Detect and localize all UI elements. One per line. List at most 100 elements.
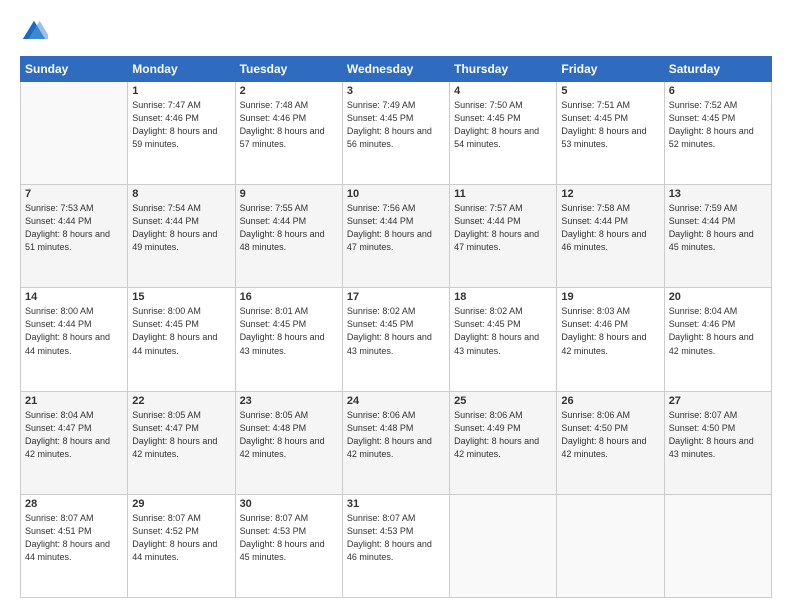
- cell-info: Sunrise: 8:06 AMSunset: 4:49 PMDaylight:…: [454, 409, 552, 461]
- day-number: 11: [454, 188, 552, 200]
- cell-info: Sunrise: 7:50 AMSunset: 4:45 PMDaylight:…: [454, 99, 552, 151]
- cell-info: Sunrise: 8:02 AMSunset: 4:45 PMDaylight:…: [347, 305, 445, 357]
- calendar-row: 21Sunrise: 8:04 AMSunset: 4:47 PMDayligh…: [21, 391, 772, 494]
- calendar-cell: [557, 494, 664, 597]
- cell-info: Sunrise: 7:52 AMSunset: 4:45 PMDaylight:…: [669, 99, 767, 151]
- day-number: 12: [561, 188, 659, 200]
- day-number: 7: [25, 188, 123, 200]
- weekday-header: Thursday: [450, 57, 557, 82]
- calendar-cell: 28 Sunrise: 8:07 AMSunset: 4:51 PMDayligh…: [21, 494, 128, 597]
- cell-info: Sunrise: 8:02 AMSunset: 4:45 PMDaylight:…: [454, 305, 552, 357]
- calendar-cell: 5 Sunrise: 7:51 AMSunset: 4:45 PMDaylight…: [557, 82, 664, 185]
- calendar-cell: 23 Sunrise: 8:05 AMSunset: 4:48 PMDayligh…: [235, 391, 342, 494]
- calendar-row: 14 Sunrise: 8:00 AMSunset: 4:44 PMDayligh…: [21, 288, 772, 391]
- day-number: 14: [25, 291, 123, 303]
- day-number: 27: [669, 395, 767, 407]
- cell-info: Sunrise: 8:03 AMSunset: 4:46 PMDaylight:…: [561, 305, 659, 357]
- calendar-cell: 4 Sunrise: 7:50 AMSunset: 4:45 PMDaylight…: [450, 82, 557, 185]
- calendar-table: SundayMondayTuesdayWednesdayThursdayFrid…: [20, 56, 772, 598]
- calendar-cell: 7 Sunrise: 7:53 AMSunset: 4:44 PMDaylight…: [21, 185, 128, 288]
- cell-info: Sunrise: 8:05 AMSunset: 4:47 PMDaylight:…: [132, 409, 230, 461]
- day-number: 31: [347, 498, 445, 510]
- calendar-cell: 14 Sunrise: 8:00 AMSunset: 4:44 PMDayligh…: [21, 288, 128, 391]
- day-number: 9: [240, 188, 338, 200]
- day-number: 16: [240, 291, 338, 303]
- calendar-cell: 6 Sunrise: 7:52 AMSunset: 4:45 PMDaylight…: [664, 82, 771, 185]
- calendar-cell: 26Sunrise: 8:06 AMSunset: 4:50 PMDayligh…: [557, 391, 664, 494]
- day-number: 13: [669, 188, 767, 200]
- logo: [20, 18, 52, 46]
- day-number: 30: [240, 498, 338, 510]
- cell-info: Sunrise: 7:53 AMSunset: 4:44 PMDaylight:…: [25, 202, 123, 254]
- calendar-cell: 21Sunrise: 8:04 AMSunset: 4:47 PMDayligh…: [21, 391, 128, 494]
- day-number: 25: [454, 395, 552, 407]
- weekday-header: Saturday: [664, 57, 771, 82]
- cell-info: Sunrise: 7:55 AMSunset: 4:44 PMDaylight:…: [240, 202, 338, 254]
- cell-info: Sunrise: 7:58 AMSunset: 4:44 PMDaylight:…: [561, 202, 659, 254]
- calendar-cell: [664, 494, 771, 597]
- cell-info: Sunrise: 8:06 AMSunset: 4:50 PMDaylight:…: [561, 409, 659, 461]
- cell-info: Sunrise: 8:07 AMSunset: 4:52 PMDaylight:…: [132, 512, 230, 564]
- calendar-cell: [450, 494, 557, 597]
- cell-info: Sunrise: 8:07 AMSunset: 4:53 PMDaylight:…: [240, 512, 338, 564]
- cell-info: Sunrise: 8:06 AMSunset: 4:48 PMDaylight:…: [347, 409, 445, 461]
- calendar-cell: 30 Sunrise: 8:07 AMSunset: 4:53 PMDayligh…: [235, 494, 342, 597]
- cell-info: Sunrise: 8:05 AMSunset: 4:48 PMDaylight:…: [240, 409, 338, 461]
- calendar-cell: 24 Sunrise: 8:06 AMSunset: 4:48 PMDayligh…: [342, 391, 449, 494]
- day-number: 17: [347, 291, 445, 303]
- cell-info: Sunrise: 7:56 AMSunset: 4:44 PMDaylight:…: [347, 202, 445, 254]
- weekday-header: Tuesday: [235, 57, 342, 82]
- cell-info: Sunrise: 8:07 AMSunset: 4:53 PMDaylight:…: [347, 512, 445, 564]
- calendar-cell: 9 Sunrise: 7:55 AMSunset: 4:44 PMDaylight…: [235, 185, 342, 288]
- day-number: 4: [454, 85, 552, 97]
- calendar-cell: 20 Sunrise: 8:04 AMSunset: 4:46 PMDayligh…: [664, 288, 771, 391]
- day-number: 8: [132, 188, 230, 200]
- day-number: 5: [561, 85, 659, 97]
- cell-info: Sunrise: 8:00 AMSunset: 4:44 PMDaylight:…: [25, 305, 123, 357]
- logo-icon: [20, 18, 48, 46]
- calendar-cell: 13 Sunrise: 7:59 AMSunset: 4:44 PMDayligh…: [664, 185, 771, 288]
- calendar-cell: 12 Sunrise: 7:58 AMSunset: 4:44 PMDayligh…: [557, 185, 664, 288]
- day-number: 21: [25, 395, 123, 407]
- cell-info: Sunrise: 8:07 AMSunset: 4:50 PMDaylight:…: [669, 409, 767, 461]
- calendar-cell: [21, 82, 128, 185]
- weekday-header: Sunday: [21, 57, 128, 82]
- day-number: 24: [347, 395, 445, 407]
- day-number: 10: [347, 188, 445, 200]
- calendar-cell: 3 Sunrise: 7:49 AMSunset: 4:45 PMDaylight…: [342, 82, 449, 185]
- calendar-row: 7 Sunrise: 7:53 AMSunset: 4:44 PMDaylight…: [21, 185, 772, 288]
- cell-info: Sunrise: 7:51 AMSunset: 4:45 PMDaylight:…: [561, 99, 659, 151]
- cell-info: Sunrise: 7:49 AMSunset: 4:45 PMDaylight:…: [347, 99, 445, 151]
- calendar-cell: 15 Sunrise: 8:00 AMSunset: 4:45 PMDayligh…: [128, 288, 235, 391]
- day-number: 3: [347, 85, 445, 97]
- day-number: 23: [240, 395, 338, 407]
- weekday-header-row: SundayMondayTuesdayWednesdayThursdayFrid…: [21, 57, 772, 82]
- calendar-cell: 18 Sunrise: 8:02 AMSunset: 4:45 PMDayligh…: [450, 288, 557, 391]
- cell-info: Sunrise: 8:01 AMSunset: 4:45 PMDaylight:…: [240, 305, 338, 357]
- cell-info: Sunrise: 8:07 AMSunset: 4:51 PMDaylight:…: [25, 512, 123, 564]
- calendar-cell: 17 Sunrise: 8:02 AMSunset: 4:45 PMDayligh…: [342, 288, 449, 391]
- day-number: 22: [132, 395, 230, 407]
- calendar-cell: 1Sunrise: 7:47 AMSunset: 4:46 PMDaylight…: [128, 82, 235, 185]
- calendar-cell: 2Sunrise: 7:48 AMSunset: 4:46 PMDaylight…: [235, 82, 342, 185]
- weekday-header: Friday: [557, 57, 664, 82]
- day-number: 19: [561, 291, 659, 303]
- cell-info: Sunrise: 7:59 AMSunset: 4:44 PMDaylight:…: [669, 202, 767, 254]
- calendar-cell: 19 Sunrise: 8:03 AMSunset: 4:46 PMDayligh…: [557, 288, 664, 391]
- day-number: 20: [669, 291, 767, 303]
- day-number: 28: [25, 498, 123, 510]
- cell-info: Sunrise: 8:00 AMSunset: 4:45 PMDaylight:…: [132, 305, 230, 357]
- page: SundayMondayTuesdayWednesdayThursdayFrid…: [0, 0, 792, 612]
- cell-info: Sunrise: 8:04 AMSunset: 4:46 PMDaylight:…: [669, 305, 767, 357]
- day-number: 29: [132, 498, 230, 510]
- calendar-cell: 22 Sunrise: 8:05 AMSunset: 4:47 PMDayligh…: [128, 391, 235, 494]
- day-number: 18: [454, 291, 552, 303]
- day-number: 15: [132, 291, 230, 303]
- weekday-header: Wednesday: [342, 57, 449, 82]
- day-number: 1: [132, 85, 230, 97]
- calendar-cell: 16 Sunrise: 8:01 AMSunset: 4:45 PMDayligh…: [235, 288, 342, 391]
- day-number: 6: [669, 85, 767, 97]
- calendar-cell: 27 Sunrise: 8:07 AMSunset: 4:50 PMDayligh…: [664, 391, 771, 494]
- cell-info: Sunrise: 7:54 AMSunset: 4:44 PMDaylight:…: [132, 202, 230, 254]
- calendar-cell: 31 Sunrise: 8:07 AMSunset: 4:53 PMDayligh…: [342, 494, 449, 597]
